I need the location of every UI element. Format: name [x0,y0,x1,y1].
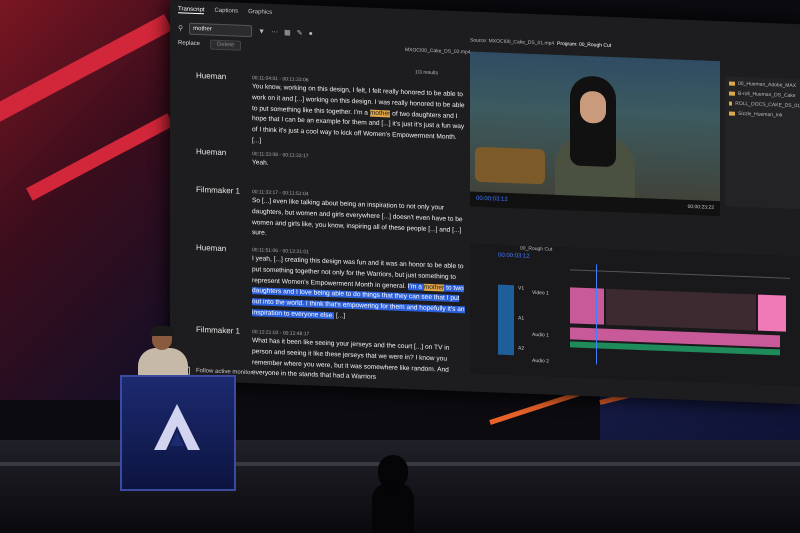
video-clip[interactable] [570,287,604,325]
project-item[interactable]: B-roll_Hueman_DS_Cake [729,90,800,99]
podium [120,375,236,491]
video-frame [470,51,720,202]
tab-graphics[interactable]: Graphics [248,9,272,17]
playhead[interactable] [596,264,597,365]
search-icon: ⚲ [178,25,184,33]
speaker-name[interactable]: Filmmaker 1 [196,325,240,336]
project-item-label: Sizzle_Hueman_Ink [738,110,783,119]
delete-button[interactable]: Delete [210,39,242,51]
folder-icon [729,111,735,116]
pencil-icon[interactable]: ✎ [297,29,303,37]
transcript-block[interactable]: Hueman 00:11:04:01 - 00:11:33:06 You kno… [178,70,468,157]
project-item-label: ROLL_DOCS_CAKE_DS_01 [735,100,800,110]
timeline-panel[interactable]: 00_Rough Cut 00:00:03:12 V1 Video 1 A1 A… [470,243,800,387]
conference-stage: Transcript Captions Graphics ⚲ mother ▼ … [0,0,800,533]
tab-captions[interactable]: Captions [214,8,238,16]
speaker-name[interactable]: Hueman [196,71,226,81]
caption-icon[interactable]: ▦ [284,28,291,36]
search-results-count: 1/3 results [415,69,439,77]
folder-icon [729,81,735,86]
speaker-name[interactable]: Filmmaker 1 [196,185,240,196]
transcript-text[interactable]: You know, working on this design, I felt… [252,82,467,155]
replace-button[interactable]: Replace [178,40,200,47]
transcript-text[interactable]: What has it been like seeing your jersey… [252,336,467,387]
speaker-name[interactable]: Hueman [196,243,226,253]
clip-label: Audio 1 [532,331,549,339]
transcript-text[interactable]: I yeah, [...] creating this design was f… [252,254,467,327]
clip-label: Audio 2 [532,357,549,365]
speaker-name[interactable]: Hueman [196,147,226,157]
speaker-icon[interactable]: ● [309,30,313,37]
project-item-label: B-roll_Hueman_DS_Cake [738,90,796,100]
project-item-label: 00_Hueman_Adobe_MAX [738,80,797,90]
timeline-timecode: 00:00:03:12 [498,252,530,260]
track-label: A1 [518,315,525,322]
transcript-block[interactable]: Hueman 00:11:51:06 - 00:12:21:01 I yeah,… [178,242,468,335]
audience-silhouette [372,455,414,533]
search-highlight: mother [369,109,391,118]
search-highlight: mother [423,283,445,292]
project-item[interactable]: 00_Hueman_Adobe_MAX [729,80,800,89]
project-item[interactable]: Sizzle_Hueman_Ink [729,110,800,119]
panel-tabs: Transcript Captions Graphics [178,6,272,17]
monitor-timecode: 00:00:03:12 [476,195,508,203]
time-ruler[interactable] [570,263,790,279]
track-targets[interactable] [498,284,514,356]
search-toolbar: ⚲ mother ▼ ⋯ ▦ ✎ ● [178,22,313,39]
search-input[interactable]: mother [189,22,253,38]
person-face [580,90,606,124]
tab-transcript[interactable]: Transcript [178,6,205,15]
video-clip[interactable] [758,294,786,332]
transcript-list: Hueman 00:11:04:01 - 00:11:33:06 You kno… [178,70,468,385]
track-label: A2 [518,345,525,352]
audience-body [372,483,414,533]
adobe-logo-icon [154,404,200,450]
replace-row: Replace Delete [178,38,242,51]
transcript-text[interactable]: So [...] even like talking about being a… [252,196,467,247]
program-monitor[interactable]: 00:00:03:12 00:00:23:22 [470,51,720,217]
video-clip[interactable] [606,288,756,331]
program-tab[interactable]: Program: 00_Rough Cut [557,41,611,49]
audience-head [378,455,408,489]
media-filename: MXOCI00_Cake_DS_02.mp4 [405,47,471,56]
folder-icon [729,101,733,106]
filter-icon[interactable]: ▼ [258,28,265,35]
folder-icon [729,91,735,96]
monitor-duration: 00:00:23:22 [687,203,714,211]
source-tab[interactable]: Source: MXOCI00_Cake_DS_01.mp4 [470,38,554,47]
sequence-name[interactable]: 00_Rough Cut [520,245,552,252]
more-icon[interactable]: ⋯ [271,28,278,36]
project-item[interactable]: ROLL_DOCS_CAKE_DS_01 [729,100,800,109]
monitor-tabs: Source: MXOCI00_Cake_DS_01.mp4 Program: … [470,38,611,49]
clip-label: Video 1 [532,289,549,297]
projection-screen: Transcript Captions Graphics ⚲ mother ▼ … [170,0,800,405]
project-panel: 00_Hueman_Adobe_MAX B-roll_Hueman_DS_Cak… [725,76,800,210]
presenter-hair [150,326,174,336]
couch [475,146,545,185]
text-segment: [...] [334,312,346,320]
track-label: V1 [518,285,525,292]
selected-text: I'm a [407,282,424,291]
transcript-text[interactable]: Yeah. [252,158,467,177]
